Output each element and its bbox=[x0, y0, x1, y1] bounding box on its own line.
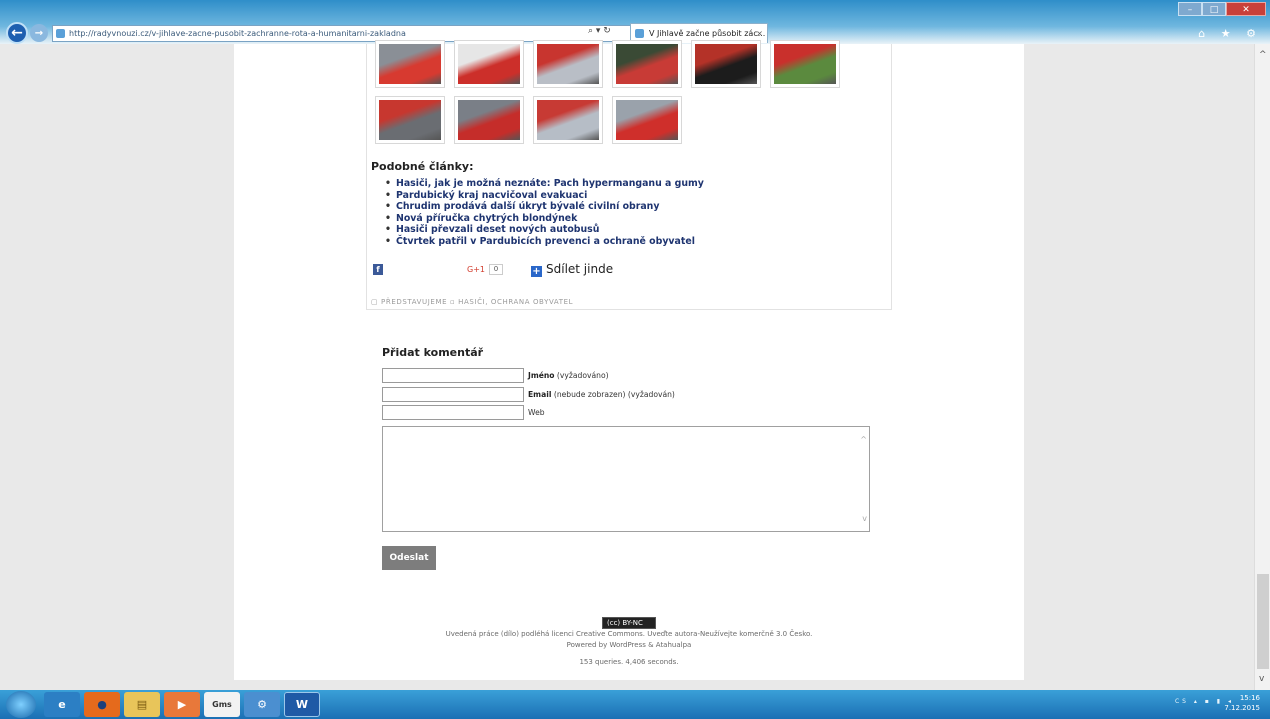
file-explorer-icon[interactable]: ▤ bbox=[124, 692, 160, 717]
related-articles-title: Podobné články: bbox=[371, 160, 474, 173]
email-field[interactable] bbox=[382, 387, 524, 402]
related-article-link[interactable]: Hasiči, jak je možná neznáte: Pach hyper… bbox=[385, 178, 704, 190]
gallery-thumbnail[interactable] bbox=[375, 96, 445, 144]
page-content: Podobné články: Hasiči, jak je možná nez… bbox=[234, 40, 1024, 680]
submit-button[interactable]: Odeslat bbox=[382, 546, 436, 570]
license-text: Uvedená práce (dílo) podléhá licenci Cre… bbox=[445, 630, 813, 638]
gallery-photo bbox=[616, 100, 678, 140]
firefox-icon[interactable]: ● bbox=[84, 692, 120, 717]
facebook-icon[interactable]: f bbox=[373, 264, 383, 275]
start-button[interactable] bbox=[6, 691, 36, 718]
google-plus-button[interactable]: G+1 bbox=[467, 265, 485, 274]
post-container: Podobné články: Hasiči, jak je možná nez… bbox=[366, 40, 893, 310]
forward-arrow-icon: → bbox=[34, 27, 44, 39]
clock-date: 7.12.2015 bbox=[1224, 704, 1260, 712]
site-favicon-icon bbox=[56, 29, 65, 38]
related-article-link[interactable]: Chrudim prodává další úkryt bývalé civil… bbox=[385, 201, 704, 213]
related-articles-list: Hasiči, jak je možná neznáte: Pach hyper… bbox=[385, 178, 704, 248]
gallery-thumbnail[interactable] bbox=[533, 40, 603, 88]
gallery-photo bbox=[379, 44, 441, 84]
gallery-thumbnail[interactable] bbox=[533, 96, 603, 144]
browser-chrome: ← → http://radyvnouzi.cz/v-jihlave-zacne… bbox=[0, 0, 1270, 44]
url-host: http://radyvnouzi.cz bbox=[69, 29, 149, 38]
related-article-link[interactable]: Hasiči převzali deset nových autobusů bbox=[385, 224, 704, 236]
gallery-photo bbox=[537, 44, 599, 84]
maximize-button[interactable]: □ bbox=[1202, 2, 1226, 16]
related-article-link[interactable]: Čtvrtek patřil v Pardubicích prevenci a … bbox=[385, 236, 704, 248]
gallery-thumbnail[interactable] bbox=[454, 40, 524, 88]
related-article-link[interactable]: Pardubický kraj nacvičoval evakuaci bbox=[385, 190, 704, 202]
gallery-photo bbox=[616, 44, 678, 84]
tab-favicon-icon bbox=[635, 29, 644, 38]
gallery-photo bbox=[695, 44, 757, 84]
related-article-link[interactable]: Nová příručka chytrých blondýnek bbox=[385, 213, 704, 225]
textarea-scroll-up-icon[interactable]: ^ bbox=[860, 435, 867, 444]
search-refresh-icon[interactable]: ⌕ ▾ ↻ bbox=[588, 26, 611, 36]
gallery-thumbnail[interactable] bbox=[612, 96, 682, 144]
back-button[interactable]: ← bbox=[6, 22, 28, 44]
minimize-button[interactable]: – bbox=[1178, 2, 1202, 16]
gallery-photo bbox=[774, 44, 836, 84]
gallery-photo bbox=[458, 100, 520, 140]
word-icon[interactable]: W bbox=[284, 692, 320, 717]
close-window-button[interactable]: ✕ bbox=[1226, 2, 1266, 16]
url-path: /v-jihlave-zacne-pusobit-zachranne-rota-… bbox=[148, 29, 406, 38]
share-elsewhere-label: Sdílet jinde bbox=[546, 262, 614, 276]
gallery-photo bbox=[379, 100, 441, 140]
gallery-thumbnail[interactable] bbox=[691, 40, 761, 88]
gallery-thumbnail[interactable] bbox=[770, 40, 840, 88]
creative-commons-badge[interactable]: (cc) BY-NC bbox=[602, 617, 656, 629]
share-elsewhere-link[interactable]: + Sdílet jinde bbox=[531, 262, 613, 277]
tab-title: V Jihlavě začne působit zác... bbox=[649, 29, 766, 38]
web-label: Web bbox=[528, 408, 545, 417]
web-field[interactable] bbox=[382, 405, 524, 420]
scroll-up-icon[interactable]: ^ bbox=[1259, 50, 1267, 60]
comment-textarea[interactable]: ^ v bbox=[382, 426, 870, 532]
textarea-scroll-down-icon[interactable]: v bbox=[862, 514, 867, 523]
forward-button[interactable]: → bbox=[30, 24, 48, 42]
scroll-down-icon[interactable]: v bbox=[1259, 674, 1264, 684]
comment-form-title: Přidat komentář bbox=[382, 346, 484, 359]
google-plus-count: 0 bbox=[489, 264, 503, 275]
back-arrow-icon: ← bbox=[11, 25, 23, 41]
gallery-thumbnail[interactable] bbox=[612, 40, 682, 88]
gallery-thumbnail[interactable] bbox=[375, 40, 445, 88]
internet-explorer-icon[interactable]: e bbox=[44, 692, 80, 717]
share-bar: f G+1 0 + Sdílet jinde bbox=[371, 262, 891, 280]
gallery-thumbnail[interactable] bbox=[454, 96, 524, 144]
query-stats: 153 queries. 4,406 seconds. bbox=[579, 658, 679, 666]
plus-icon: + bbox=[531, 266, 542, 277]
network-app-icon[interactable]: ⚙ bbox=[244, 692, 280, 717]
powered-by-text: Powered by WordPress & Atahualpa bbox=[566, 641, 692, 649]
scrollbar-thumb[interactable] bbox=[1257, 574, 1269, 669]
gallery-photo bbox=[537, 100, 599, 140]
clock-time: 15:16 bbox=[1239, 694, 1260, 702]
page-scrollbar[interactable]: ^ v bbox=[1254, 44, 1270, 690]
post-categories[interactable]: ▢ PŘEDSTAVUJEME ▫ HASIČI, OCHRANA OBYVAT… bbox=[367, 298, 893, 306]
window-controls: – □ ✕ bbox=[1178, 2, 1266, 16]
clock[interactable]: 15:16 7.12.2015 bbox=[1224, 693, 1260, 713]
gms-app-icon[interactable]: Gms bbox=[204, 692, 240, 717]
home-favorites-settings-icon[interactable]: ⌂ ★ ⚙ bbox=[1198, 27, 1262, 40]
email-label: Email (nebude zobrazen) (vyžadován) bbox=[528, 390, 675, 399]
taskbar: e ● ▤ ▶ Gms ⚙ W CS ▴ ▪ ▮ ◂ 15:16 7.12.20… bbox=[0, 690, 1270, 719]
name-label: Jméno (vyžadováno) bbox=[528, 371, 609, 380]
media-player-icon[interactable]: ▶ bbox=[164, 692, 200, 717]
gallery-photo bbox=[458, 44, 520, 84]
name-field[interactable] bbox=[382, 368, 524, 383]
